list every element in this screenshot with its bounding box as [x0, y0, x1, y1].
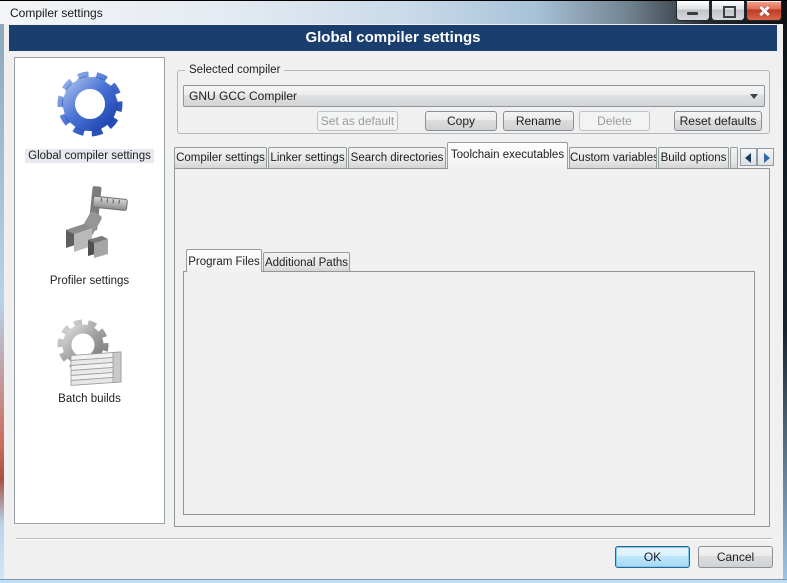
compiler-settings-dialog: Compiler settings Global compiler settin…	[0, 0, 787, 583]
window-title: Compiler settings	[10, 1, 103, 25]
reset-defaults-button[interactable]: Reset defaults	[674, 111, 762, 131]
maximize-icon	[723, 6, 736, 18]
tab-search-directories[interactable]: Search directories	[348, 147, 446, 168]
close-icon	[758, 5, 770, 17]
compiler-select-value: GNU GCC Compiler	[189, 86, 744, 106]
compiler-select[interactable]: GNU GCC Compiler	[183, 85, 765, 107]
copy-button[interactable]: Copy	[425, 111, 497, 131]
window-frame-left	[0, 24, 4, 579]
window-frame-right	[783, 24, 787, 579]
blue-gear-icon	[51, 64, 129, 144]
sidebar-label-profiler[interactable]: Profiler settings	[15, 274, 164, 288]
selected-compiler-legend: Selected compiler	[185, 64, 284, 77]
sidebar-item-global-compiler[interactable]	[15, 64, 164, 147]
tab-linker-settings[interactable]: Linker settings	[268, 147, 347, 168]
settings-sidebar: Global compiler settings	[14, 57, 165, 524]
set-as-default-button[interactable]: Set as default	[317, 111, 398, 131]
minimize-icon	[687, 12, 698, 15]
cancel-button[interactable]: Cancel	[698, 546, 773, 568]
tab-compiler-settings[interactable]: Compiler settings	[174, 147, 267, 168]
tab-toolchain-executables[interactable]: Toolchain executables	[447, 142, 568, 169]
tab-additional-paths[interactable]: Additional Paths	[263, 252, 350, 271]
chevron-down-icon	[750, 94, 758, 99]
titlebar[interactable]: Compiler settings	[0, 0, 787, 24]
caliper-icon	[48, 184, 132, 270]
maximize-button[interactable]	[711, 1, 745, 21]
footer-separator	[16, 538, 772, 540]
tab-custom-variables[interactable]: Custom variables	[569, 147, 657, 168]
minimize-button[interactable]	[676, 1, 710, 21]
tab-overflow-stub	[730, 147, 738, 168]
sidebar-label-global-compiler[interactable]: Global compiler settings	[15, 149, 164, 163]
ok-button[interactable]: OK	[615, 546, 690, 568]
close-button[interactable]	[746, 1, 782, 21]
arrow-left-icon	[745, 153, 751, 163]
tab-build-options[interactable]: Build options	[658, 147, 729, 168]
arrow-right-icon	[764, 153, 770, 163]
tab-program-files[interactable]: Program Files	[186, 249, 262, 272]
tab-scroll-right-button[interactable]	[757, 148, 774, 166]
window-frame-bottom	[0, 579, 787, 583]
sidebar-item-profiler[interactable]	[15, 184, 164, 273]
page-title: Global compiler settings	[9, 25, 777, 51]
gray-gear-papers-icon	[49, 313, 131, 389]
rename-button[interactable]: Rename	[503, 111, 574, 131]
window-controls	[676, 1, 782, 21]
delete-button[interactable]: Delete	[579, 111, 650, 131]
program-files-panel	[183, 271, 755, 515]
sidebar-item-batch-builds[interactable]	[15, 313, 164, 392]
sidebar-label-batch-builds[interactable]: Batch builds	[15, 392, 164, 406]
tab-scroll-left-button[interactable]	[740, 148, 757, 166]
